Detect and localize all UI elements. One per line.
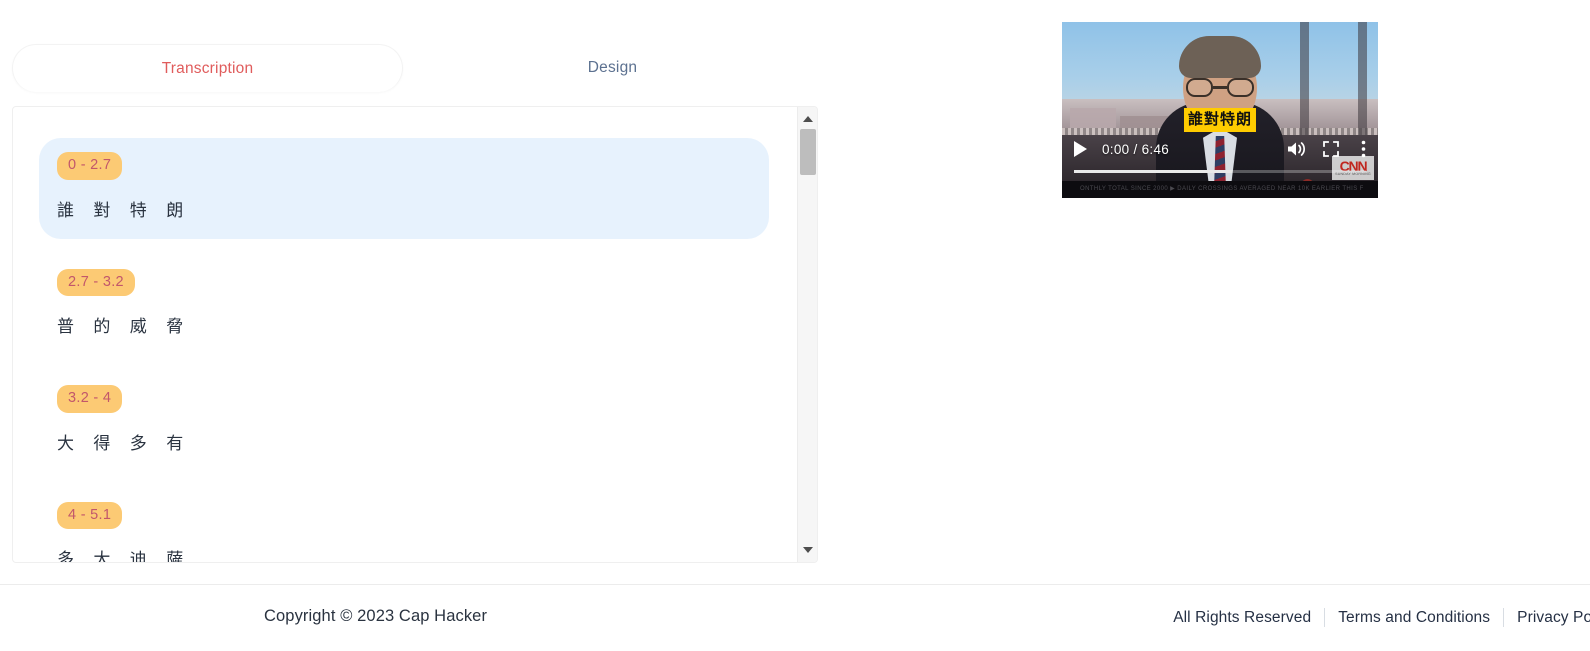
segment-text: 普 的 威 脅: [57, 317, 191, 337]
anchor-glasses-left: [1186, 78, 1213, 97]
more-vertical-icon[interactable]: [1348, 135, 1378, 163]
segment-text: 大 得 多 有: [57, 433, 191, 454]
segment-timestamp-badge: 2.7 - 3.2: [57, 268, 135, 296]
news-ticker: ONTHLY TOTAL SINCE 2000 ▶ DAILY CROSSING…: [1062, 181, 1378, 198]
transcript-panel: 0 - 2.7 誰 對 特 朗 2.7 - 3.2 普 的 威 脅 3.2 - …: [12, 106, 818, 563]
segment-text: 誰 對 特 朗: [57, 200, 191, 221]
segment-text: 多 大 迪 薩: [57, 550, 191, 562]
anchor-glasses-bridge: [1213, 86, 1227, 89]
footer-link-all-rights-reserved[interactable]: All Rights Reserved: [1160, 609, 1324, 627]
footer-link-privacy-policy[interactable]: Privacy Policy: [1504, 609, 1590, 627]
video-time-display: 0:00 / 6:46: [1102, 141, 1170, 157]
scroll-up-arrow-icon[interactable]: [798, 111, 817, 127]
fullscreen-icon[interactable]: [1314, 135, 1348, 163]
transcript-segment[interactable]: 4 - 5.1 多 大 迪 薩: [39, 488, 769, 562]
transcript-segment[interactable]: 0 - 2.7 誰 對 特 朗: [39, 138, 769, 239]
segment-timestamp-badge: 4 - 5.1: [57, 501, 123, 529]
tab-transcription[interactable]: Transcription: [12, 44, 403, 92]
transcript-scrollbar[interactable]: [797, 107, 817, 562]
tab-design-label: Design: [587, 59, 638, 76]
video-controls: 0:00 / 6:46: [1062, 129, 1378, 181]
segment-timestamp-badge: 0 - 2.7: [57, 152, 123, 180]
segment-timestamp-badge: 3.2 - 4: [57, 385, 123, 413]
transcript-list: 0 - 2.7 誰 對 特 朗 2.7 - 3.2 普 的 威 脅 3.2 - …: [13, 107, 797, 562]
transcript-segment[interactable]: 3.2 - 4 大 得 多 有: [39, 371, 769, 472]
tab-design[interactable]: Design: [417, 44, 808, 92]
footer-links: All Rights Reserved Terms and Conditions…: [1160, 608, 1590, 627]
video-player[interactable]: 誰對特朗 CNN SUNDAY MORNING ONTHLY TOTAL SIN…: [1062, 22, 1378, 198]
footer-link-terms-and-conditions[interactable]: Terms and Conditions: [1325, 609, 1503, 627]
tab-bar: Transcription Design: [12, 44, 832, 92]
play-icon[interactable]: [1062, 135, 1098, 163]
video-progress-bar[interactable]: [1074, 170, 1366, 173]
anchor-glasses-right: [1227, 78, 1254, 97]
app-root: Transcription Design 0 - 2.7 誰 對 特 朗 2.7…: [0, 0, 1590, 651]
video-progress-fill: [1074, 170, 1232, 173]
tab-transcription-label: Transcription: [161, 59, 254, 77]
volume-icon[interactable]: [1280, 135, 1314, 163]
anchor-hair: [1179, 36, 1261, 78]
scroll-down-arrow-icon[interactable]: [798, 542, 817, 558]
transcript-segment[interactable]: 2.7 - 3.2 普 的 威 脅: [39, 255, 769, 356]
video-controls-row: 0:00 / 6:46: [1062, 135, 1378, 163]
footer: Copyright © 2023 Cap Hacker All Rights R…: [0, 584, 1590, 651]
scrollbar-thumb[interactable]: [800, 129, 816, 175]
copyright-text: Copyright © 2023 Cap Hacker: [264, 607, 488, 625]
